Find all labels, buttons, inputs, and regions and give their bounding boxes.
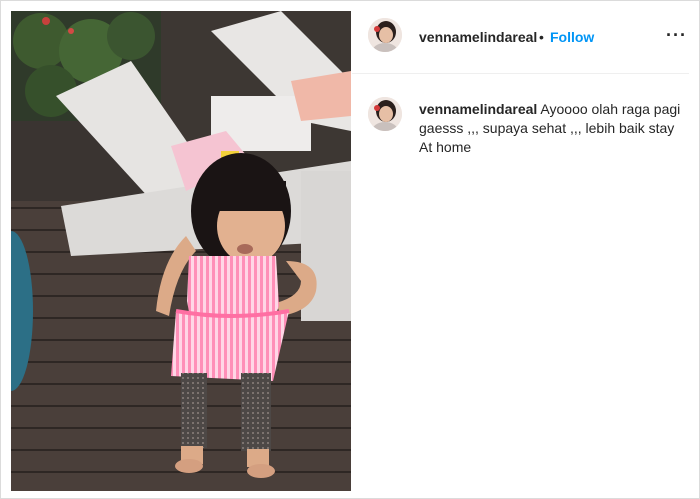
- caption-text-block: vennamelindareal Ayoooo olah raga pagi g…: [419, 100, 684, 157]
- author-username[interactable]: vennamelindareal: [419, 29, 537, 45]
- more-options-icon[interactable]: ···: [666, 25, 687, 46]
- follow-button[interactable]: Follow: [550, 29, 594, 45]
- instagram-post-embed: vennamelindareal • Follow ··· vennamelin…: [0, 0, 700, 499]
- separator-dot: •: [539, 29, 544, 45]
- caption-username[interactable]: vennamelindareal: [419, 101, 537, 117]
- girl-dancing-on-deck-image: [11, 11, 351, 491]
- avatar-photo: [368, 18, 402, 52]
- author-avatar[interactable]: [368, 18, 402, 52]
- avatar-photo: [368, 97, 402, 131]
- post-sidebar: vennamelindareal • Follow ··· vennamelin…: [352, 11, 689, 491]
- post-header: vennamelindareal • Follow ···: [352, 11, 689, 74]
- caption-avatar[interactable]: [368, 97, 402, 131]
- post-photo[interactable]: [11, 11, 351, 491]
